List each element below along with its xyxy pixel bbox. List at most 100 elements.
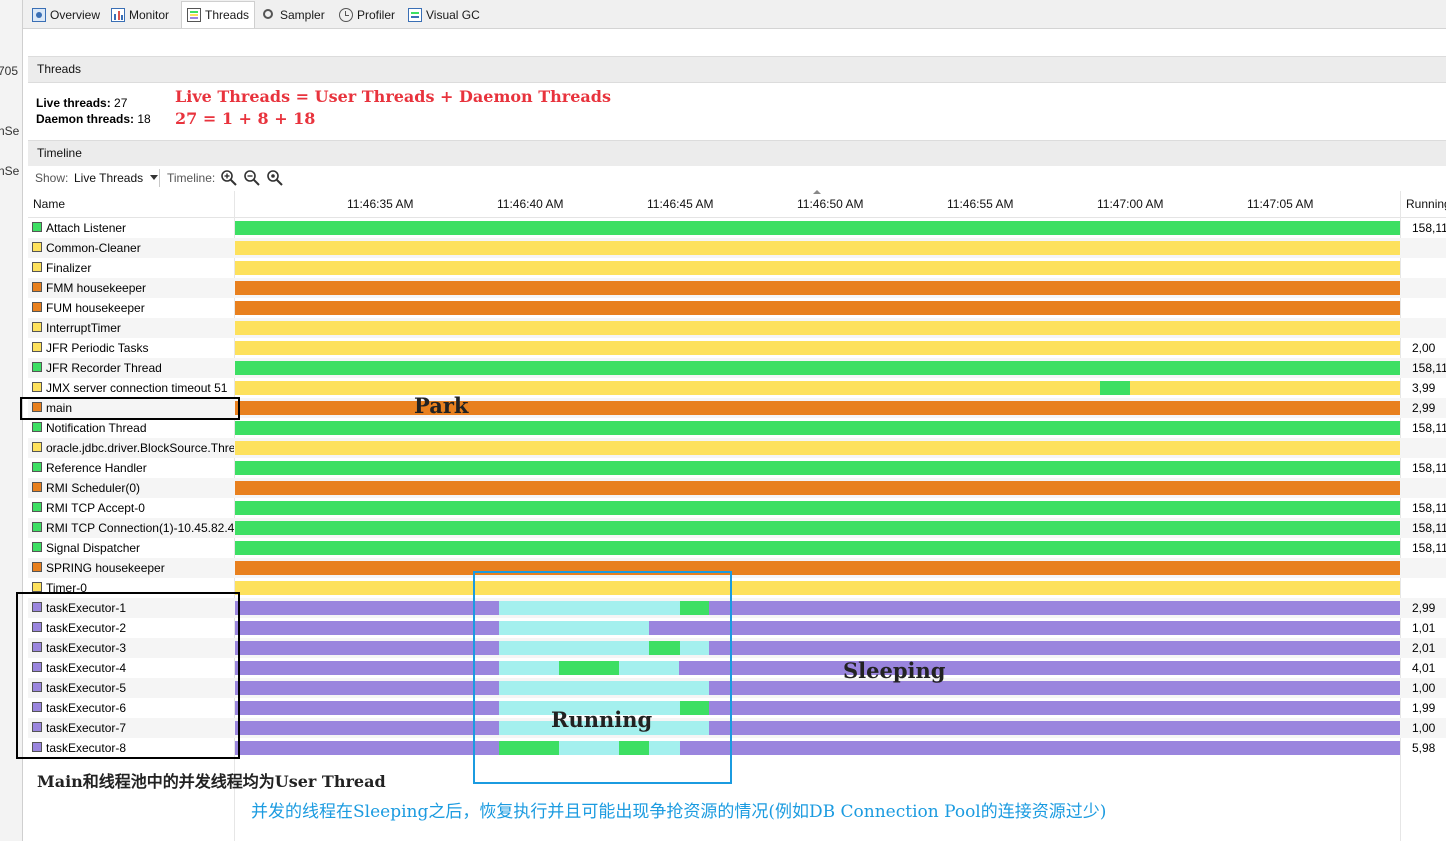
running-value: 158,11 — [1412, 501, 1446, 515]
thread-name: RMI TCP Connection(1)-10.45.82.46 — [28, 518, 234, 538]
state-swatch — [32, 482, 42, 492]
tab-label: Overview — [50, 7, 101, 22]
tab-overview[interactable]: Overview — [27, 3, 105, 26]
timeline-tick: 11:46:35 AM — [347, 197, 414, 211]
state-swatch — [32, 242, 42, 252]
thread-name: oracle.jdbc.driver.BlockSource.ThreadedC… — [28, 438, 234, 458]
thread-name-label: RMI Scheduler(0) — [46, 481, 141, 495]
tab-threads[interactable]: Threads — [181, 1, 256, 28]
running-value — [1401, 238, 1446, 258]
zoom-fit-icon — [267, 170, 283, 186]
thread-timeline-bar — [235, 441, 1400, 455]
running-value — [1401, 578, 1446, 598]
timeline-tick: 11:46:45 AM — [647, 197, 714, 211]
park-annotation: Park — [414, 393, 469, 418]
thread-timeline-bar — [235, 561, 1400, 575]
show-dropdown[interactable]: Live Threads — [74, 171, 158, 185]
background-text-fragment: nSe — [0, 124, 20, 138]
tab-monitor[interactable]: Monitor — [106, 3, 174, 26]
formula-annotation: Live Threads = User Threads + Daemon Thr… — [175, 87, 611, 106]
thread-name: JMX server connection timeout 51 — [28, 378, 234, 398]
thread-name-label: Common-Cleaner — [46, 241, 141, 255]
timeline-tick: 11:47:00 AM — [1097, 197, 1164, 211]
tab-sampler[interactable]: Sampler — [257, 3, 330, 26]
thread-timeline-bar — [235, 601, 1400, 615]
thread-name-label: FMM housekeeper — [46, 281, 147, 295]
thread-name: JFR Recorder Thread — [28, 358, 234, 378]
zoom-out-button[interactable] — [243, 169, 260, 186]
state-swatch — [32, 522, 42, 532]
state-swatch — [32, 362, 42, 372]
thread-name: Common-Cleaner — [28, 238, 234, 258]
running-value — [1401, 438, 1446, 458]
thread-name-label: Signal Dispatcher — [46, 541, 141, 555]
thread-timeline-bar — [235, 241, 1400, 255]
thread-name: Signal Dispatcher — [28, 538, 234, 558]
thread-timeline-bar — [235, 521, 1400, 535]
thread-name: SPRING housekeeper — [28, 558, 234, 578]
thread-name: Notification Thread — [28, 418, 234, 438]
profiler-icon — [339, 7, 353, 22]
timeline-tick: 11:46:55 AM — [947, 197, 1014, 211]
tab-visual-gc[interactable]: Visual GC — [403, 3, 485, 26]
running-value: 158,11 — [1412, 541, 1446, 555]
daemon-threads-label: Daemon threads: — [36, 112, 135, 126]
thread-name-label: Attach Listener — [46, 221, 127, 235]
sampler-icon — [262, 8, 276, 22]
thread-timeline-bar — [235, 301, 1400, 315]
thread-name: Attach Listener — [28, 218, 234, 238]
running-annotation: Running — [551, 707, 653, 732]
tab-label: Profiler — [357, 7, 396, 22]
zoom-in-button[interactable] — [220, 169, 237, 186]
daemon-threads-stat: Daemon threads: 18 — [36, 112, 151, 126]
tab-profiler[interactable]: Profiler — [334, 3, 400, 26]
running-value: 158,11 — [1412, 521, 1446, 535]
tab-label: Threads — [205, 8, 250, 22]
thread-timeline-bar — [235, 281, 1400, 295]
thread-timeline-bar — [235, 461, 1400, 475]
thread-timeline-bar — [235, 261, 1400, 275]
running-value: 3,99 — [1412, 381, 1436, 395]
show-dropdown-value: Live Threads — [74, 171, 144, 185]
running-segment — [1100, 381, 1130, 395]
background-text-fragment: nSe — [0, 164, 20, 178]
name-column-header[interactable]: Name — [33, 191, 65, 218]
background-text-fragment: 705 — [0, 64, 19, 78]
running-value: 1,99 — [1412, 701, 1436, 715]
state-swatch — [32, 222, 42, 232]
state-swatch — [32, 502, 42, 512]
thread-timeline-bar — [235, 501, 1400, 515]
running-value — [1401, 318, 1446, 338]
tab-label: Visual GC — [426, 7, 480, 22]
thread-timeline-bar — [235, 741, 1400, 755]
thread-timeline-bar — [235, 681, 1400, 695]
state-swatch — [32, 282, 42, 292]
running-value — [1401, 278, 1446, 298]
thread-name: Reference Handler — [28, 458, 234, 478]
user-thread-note: Main和线程池中的并发线程均为User Thread — [37, 772, 386, 791]
running-value: 158,11 — [1412, 461, 1446, 475]
running-value: 1,00 — [1412, 721, 1436, 735]
main-thread-highlight-box — [20, 397, 240, 420]
thread-timeline-bar — [235, 641, 1400, 655]
running-value — [1401, 558, 1446, 578]
thread-timeline-bar — [235, 701, 1400, 715]
toolbar-separator — [159, 169, 160, 187]
thread-timeline-bar — [235, 341, 1400, 355]
thread-name: JFR Periodic Tasks — [28, 338, 234, 358]
running-value — [1401, 478, 1446, 498]
thread-timeline-bar — [235, 581, 1400, 595]
live-threads-stat: Live threads: 27 — [36, 96, 127, 110]
running-value: 158,11 — [1412, 361, 1446, 375]
thread-timeline-bar — [235, 401, 1400, 415]
formula-values-annotation: 27 = 1 + 8 + 18 — [175, 109, 316, 128]
running-column-header[interactable]: Running — [1406, 191, 1446, 218]
running-value: 2,99 — [1412, 601, 1436, 615]
running-value: 1,00 — [1412, 681, 1436, 695]
state-swatch — [32, 382, 42, 392]
concurrency-note: 并发的线程在Sleeping之后，恢复执行并且可能出现争抢资源的情况(例如DB … — [251, 802, 1107, 822]
zoom-in-icon — [221, 170, 237, 186]
thread-timeline-bar — [235, 361, 1400, 375]
thread-timeline-bar — [235, 321, 1400, 335]
zoom-fit-button[interactable] — [266, 169, 283, 186]
